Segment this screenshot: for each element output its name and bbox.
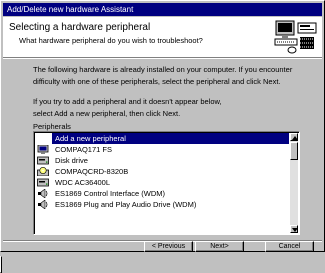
- peripheral-label: WDC AC36400L: [55, 178, 111, 187]
- peripheral-label: ES1869 Control Interface (WDM): [55, 189, 166, 198]
- peripheral-label: Add a new peripheral: [52, 133, 289, 144]
- cdrom-icon: [37, 166, 49, 177]
- peripheral-label: ES1869 Plug and Play Audio Drive (WDM): [55, 200, 197, 209]
- computer-hardware-icon: [274, 20, 317, 54]
- peripheral-label: COMPAQCRD-8320B: [55, 167, 129, 176]
- arrow-up-icon: [292, 136, 298, 140]
- arrow-down-icon: [292, 228, 298, 232]
- peripheral-list-item[interactable]: Add a new peripheral: [35, 133, 290, 144]
- speaker-icon: [37, 188, 49, 199]
- wizard-header: Selecting a hardware peripheral What har…: [3, 17, 322, 57]
- instruction-line: select Add a new peripheral, then click …: [33, 108, 181, 118]
- title-bar[interactable]: Add/Delete new hardware Assistant: [3, 3, 322, 16]
- next-button[interactable]: Next>: [195, 241, 244, 252]
- description-paragraph: The following hardware is already instal…: [33, 64, 303, 87]
- peripheral-list-item[interactable]: ES1869 Control Interface (WDM): [35, 188, 290, 199]
- peripheral-list-item[interactable]: ES1869 Plug and Play Audio Drive (WDM): [35, 199, 290, 210]
- window-title: Add/Delete new hardware Assistant: [7, 5, 134, 14]
- scroll-up-button[interactable]: [290, 133, 298, 141]
- speaker-icon: [37, 199, 49, 210]
- previous-button[interactable]: < Previous: [144, 241, 193, 252]
- peripheral-label: COMPAQ171 FS: [55, 145, 112, 154]
- header-title: Selecting a hardware peripheral: [9, 22, 151, 33]
- peripheral-list-item[interactable]: COMPAQ171 FS: [35, 144, 290, 155]
- peripheral-list-item[interactable]: Disk drive: [35, 155, 290, 166]
- offscreen: [0, 256, 2, 273]
- header-subtitle: What hardware peripheral do you wish to …: [19, 36, 203, 45]
- cancel-button[interactable]: Cancel: [265, 241, 314, 252]
- description-line: difficulty with one of these peripherals…: [33, 76, 281, 86]
- peripherals-listbox[interactable]: Add a new peripheral COMPAQ171 FS Disk dri…: [33, 131, 300, 235]
- scroll-thumb[interactable]: [290, 142, 298, 160]
- peripheral-list-item[interactable]: COMPAQCRD-8320B: [35, 166, 290, 177]
- header-divider: [3, 57, 322, 59]
- peripheral-label: Disk drive: [55, 156, 88, 165]
- description-line: The following hardware is already instal…: [33, 65, 293, 74]
- peripherals-label: Peripherals: [33, 122, 71, 131]
- disk-drive-icon: [37, 156, 49, 165]
- disk-drive-icon: [37, 178, 49, 187]
- monitor-icon: [37, 144, 49, 154]
- peripherals-list: Add a new peripheral COMPAQ171 FS Disk dri…: [35, 133, 290, 233]
- vertical-scrollbar[interactable]: [290, 133, 298, 233]
- assistant-window: Add/Delete new hardware Assistant Select…: [0, 0, 325, 252]
- instruction-line: If you try to add a peripheral and it do…: [33, 97, 222, 106]
- scroll-down-button[interactable]: [290, 225, 298, 233]
- instruction-paragraph: If you try to add a peripheral and it do…: [33, 96, 303, 119]
- peripheral-list-item[interactable]: WDC AC36400L: [35, 177, 290, 188]
